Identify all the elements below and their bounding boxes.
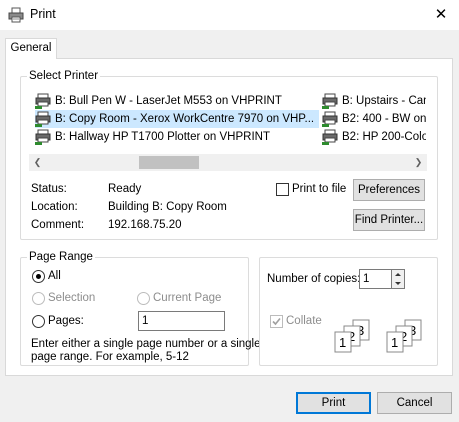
copies-spinner[interactable] <box>391 269 405 289</box>
spin-up-icon[interactable] <box>392 270 404 279</box>
print-to-file-label: Print to file <box>292 183 347 195</box>
printer-item-selected[interactable]: B: Copy Room - Xerox WorkCentre 7970 on … <box>35 110 319 128</box>
status-label: Status: <box>31 183 67 195</box>
scroll-left-icon[interactable]: ❮ <box>29 154 46 171</box>
page-range-help-line2: page range. For example, 5-12 <box>31 351 189 363</box>
print-to-file-checkbox[interactable] <box>276 183 289 196</box>
collate-checkbox[interactable] <box>270 315 283 328</box>
tab-general[interactable]: General <box>5 38 57 59</box>
page-range-help-line1: Enter either a single page number or a s… <box>31 338 261 350</box>
printer-label: B2: 400 - BW on <box>342 113 427 125</box>
comment-label: Comment: <box>31 219 85 231</box>
preferences-button[interactable]: Preferences <box>353 179 425 201</box>
location-value: Building B: Copy Room <box>108 201 227 213</box>
window-title: Print <box>30 7 56 21</box>
radio-dot <box>36 274 41 279</box>
printer-item[interactable]: B: Bull Pen W - LaserJet M553 on VHPRINT <box>35 92 315 110</box>
svg-text:1: 1 <box>391 335 398 350</box>
network-printer-icon <box>322 111 338 127</box>
pages-input[interactable]: 1 <box>138 311 225 331</box>
printer-item[interactable]: B: Upstairs - Can <box>322 92 427 110</box>
printer-list-scrollbar[interactable]: ❮ ❯ <box>29 154 427 171</box>
network-printer-icon <box>322 129 338 145</box>
page-range-label: Page Range <box>27 251 95 263</box>
printer-item[interactable]: B: Hallway HP T1700 Plotter on VHPRINT <box>35 128 315 146</box>
cancel-button[interactable]: Cancel <box>377 392 452 414</box>
status-value: Ready <box>108 183 142 195</box>
network-printer-icon <box>35 93 51 109</box>
printer-icon <box>8 7 24 23</box>
close-icon: ✕ <box>434 6 448 23</box>
network-printer-icon <box>35 129 51 145</box>
scroll-right-icon[interactable]: ❯ <box>410 154 427 171</box>
pages-label: Pages: <box>48 315 84 327</box>
collate-illustration-icon: 3 2 1 3 2 1 <box>333 318 431 354</box>
find-printer-button[interactable]: Find Printer... <box>353 209 425 231</box>
spin-down-icon[interactable] <box>392 279 404 288</box>
selection-radio[interactable] <box>32 292 45 305</box>
printer-label: B: Upstairs - Can <box>342 95 427 107</box>
network-printer-icon <box>35 111 51 127</box>
printer-label: B: Hallway HP T1700 Plotter on VHPRINT <box>55 131 270 143</box>
printer-item[interactable]: B2: HP 200-Colo <box>322 128 427 146</box>
location-label: Location: <box>31 201 78 213</box>
current-page-label: Current Page <box>153 292 222 304</box>
all-label: All <box>48 270 61 282</box>
printer-label: B: Copy Room - Xerox WorkCentre 7970 on … <box>55 113 315 125</box>
comment-value: 192.168.75.20 <box>108 219 182 231</box>
print-button[interactable]: Print <box>296 392 371 414</box>
checkmark-icon <box>272 317 281 326</box>
scroll-thumb[interactable] <box>139 156 199 169</box>
current-page-radio[interactable] <box>137 292 150 305</box>
pages-radio[interactable] <box>32 315 45 328</box>
close-button[interactable]: ✕ <box>426 2 456 28</box>
selection-label: Selection <box>48 292 96 304</box>
svg-text:1: 1 <box>339 335 346 350</box>
network-printer-icon <box>322 93 338 109</box>
collate-label: Collate <box>286 315 322 327</box>
title-bar: Print ✕ <box>0 0 459 30</box>
printer-label: B: Bull Pen W - LaserJet M553 on VHPRINT <box>55 95 282 107</box>
select-printer-label: Select Printer <box>27 70 101 82</box>
printer-label: B2: HP 200-Colo <box>342 131 427 143</box>
all-radio[interactable] <box>32 270 45 283</box>
printer-item[interactable]: B2: 400 - BW on <box>322 110 427 128</box>
copies-input[interactable]: 1 <box>359 269 391 289</box>
number-of-copies-label: Number of copies: <box>267 273 361 285</box>
